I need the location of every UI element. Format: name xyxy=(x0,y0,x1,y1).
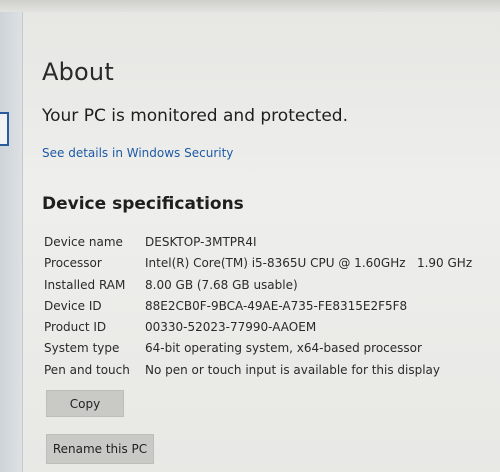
spec-row-processor: Processor Intel(R) Core(TM) i5-8365U CPU… xyxy=(44,253,472,274)
spec-value: 88E2CB0F-9BCA-49AE-A735-FE8315E2F5F8 xyxy=(145,298,408,313)
spec-row-device-id: Device ID 88E2CB0F-9BCA-49AE-A735-FE8315… xyxy=(44,296,464,317)
spec-label: Device name xyxy=(44,235,123,249)
spec-label: Installed RAM xyxy=(44,277,126,292)
rename-pc-button[interactable]: Rename this PC xyxy=(46,434,154,464)
spec-value: 8.00 GB (7.68 GB usable) xyxy=(145,277,298,292)
protection-status-text: Your PC is monitored and protected. xyxy=(42,106,348,126)
spec-row-installed-ram: Installed RAM 8.00 GB (7.68 GB usable) xyxy=(44,275,464,296)
spec-value: Intel(R) Core(TM) i5-8365U CPU @ 1.60GHz… xyxy=(145,256,473,271)
spec-label: System type xyxy=(44,341,120,356)
spec-value: 64-bit operating system, x64-based proce… xyxy=(145,341,422,356)
spec-row-system-type: System type 64-bit operating system, x64… xyxy=(44,338,464,359)
spec-row-pen-and-touch: Pen and touch No pen or touch input is a… xyxy=(44,360,464,381)
copy-button[interactable]: Copy xyxy=(46,390,124,417)
screen-top-edge xyxy=(0,0,500,12)
spec-value: No pen or touch input is available for t… xyxy=(145,362,441,377)
spec-label: Pen and touch xyxy=(44,362,130,377)
windows-security-link[interactable]: See details in Windows Security xyxy=(42,146,233,160)
settings-nav-pane-edge xyxy=(0,12,23,472)
spec-label: Processor xyxy=(44,256,102,271)
spec-value: 00330-52023-77990-AAOEM xyxy=(145,320,317,335)
page-title: About xyxy=(42,58,114,86)
spec-row-product-id: Product ID 00330-52023-77990-AAOEM xyxy=(44,317,464,338)
device-specifications-table: Device name DESKTOP-3MTPR4I Processor In… xyxy=(44,232,472,381)
device-specifications-heading: Device specifications xyxy=(42,194,244,214)
spec-value: DESKTOP-3MTPR4I xyxy=(145,235,257,249)
spec-label: Device ID xyxy=(44,298,102,313)
nav-selection-indicator[interactable] xyxy=(0,112,9,146)
spec-label: Product ID xyxy=(44,320,107,335)
spec-row-device-name: Device name DESKTOP-3MTPR4I xyxy=(44,232,464,253)
